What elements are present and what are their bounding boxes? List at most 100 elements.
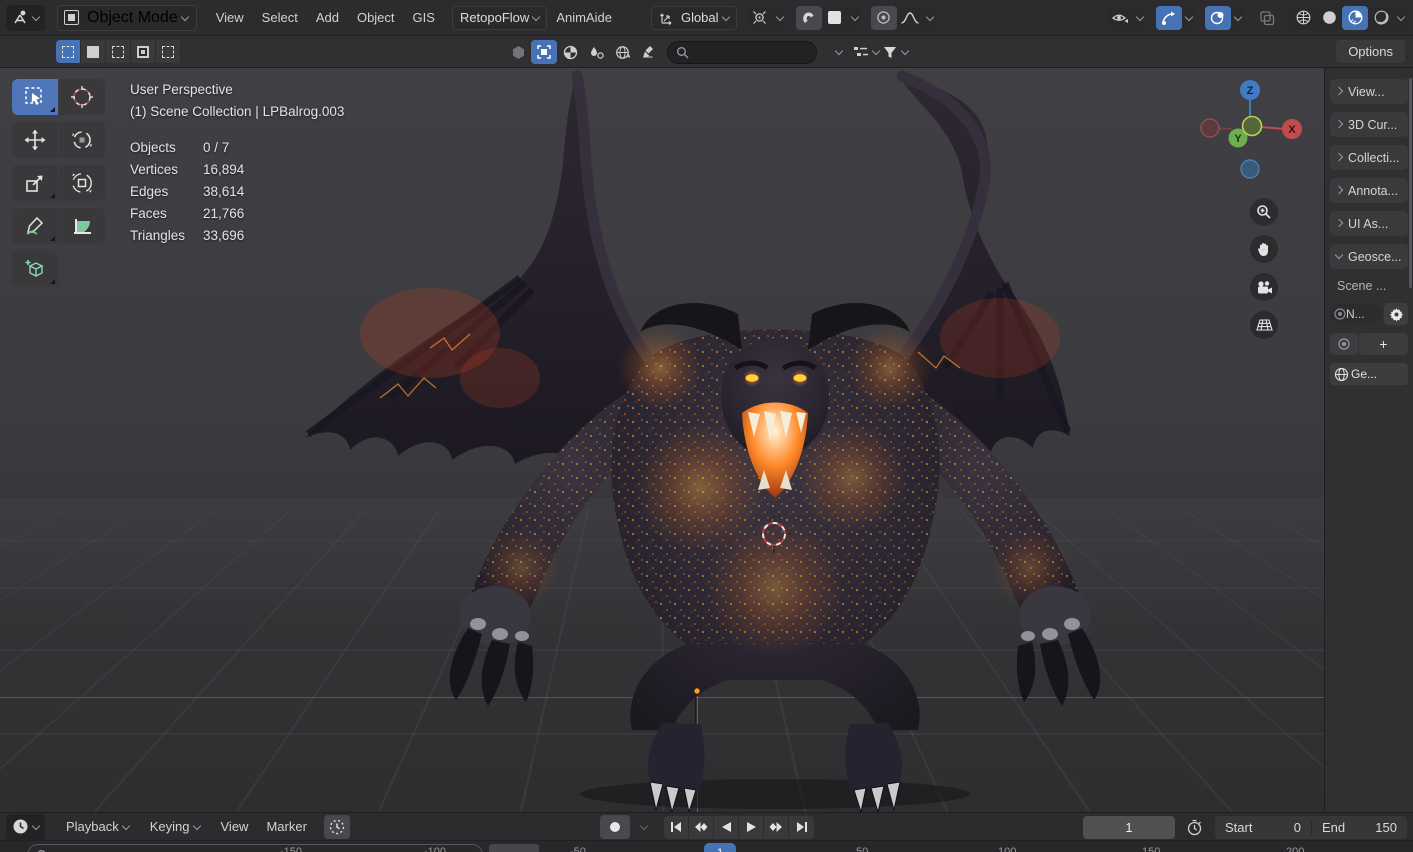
marker-menu[interactable]: Marker: [257, 815, 315, 838]
jump-to-start-button[interactable]: [664, 815, 689, 839]
editor-type-button[interactable]: [6, 4, 45, 31]
panel-geoscene[interactable]: Geosce...: [1330, 244, 1408, 269]
retopoflow-dropdown[interactable]: RetopoFlow: [451, 5, 548, 30]
outliner-filter-dropdown[interactable]: [853, 40, 882, 64]
select-intersect-mode[interactable]: [156, 40, 181, 63]
geoscene-crs-row: N...: [1330, 303, 1408, 325]
header-mid-tools: [505, 40, 911, 64]
mode-selector[interactable]: Object Mode: [57, 4, 197, 31]
toolbar: [12, 79, 106, 294]
pivot-point-icon: [747, 6, 773, 30]
timeline-track-strip[interactable]: -150 -100 -50 50 100 150 200 1: [0, 840, 1413, 852]
stat-label: Triangles: [130, 228, 186, 243]
viewport-header: Object Mode View Select Add Object GIS R…: [0, 0, 1413, 36]
select-box-tool[interactable]: [12, 79, 58, 115]
play-reverse-button[interactable]: [714, 815, 739, 839]
zoom-button[interactable]: [1250, 198, 1278, 226]
menu-gis[interactable]: GIS: [404, 6, 444, 29]
overlays-toggle[interactable]: [1205, 5, 1231, 30]
search-field[interactable]: [667, 40, 817, 64]
auto-keyframe-toggle[interactable]: [323, 814, 350, 839]
globe-refresh-icon[interactable]: [609, 40, 635, 64]
move-tool[interactable]: [12, 122, 58, 158]
shading-solid-toggle[interactable]: [1316, 6, 1342, 30]
end-frame-field[interactable]: End 150: [1311, 819, 1407, 835]
panel-view[interactable]: View...: [1330, 79, 1408, 104]
select-invert-mode[interactable]: [131, 40, 156, 63]
playhead[interactable]: 1: [704, 843, 736, 852]
xray-toggle[interactable]: [1254, 6, 1280, 30]
panel-3d-cursor[interactable]: 3D Cur...: [1330, 112, 1408, 137]
show-object-types-eye-icon[interactable]: [1107, 6, 1133, 30]
current-frame-field[interactable]: 1: [1083, 815, 1175, 839]
menu-select[interactable]: Select: [253, 6, 307, 29]
keying-menu[interactable]: Keying: [141, 815, 212, 838]
timeline-search-field[interactable]: [27, 844, 483, 852]
frame-region-icon[interactable]: [531, 40, 557, 64]
snap-element-swatch[interactable]: [822, 6, 848, 30]
start-frame-field[interactable]: Start 0: [1215, 820, 1311, 835]
transform-tool[interactable]: [59, 165, 105, 201]
record-button[interactable]: [600, 815, 630, 839]
add-crs-button[interactable]: +: [1359, 333, 1408, 355]
droplets-icon[interactable]: [583, 40, 609, 64]
timeline-editor-type-button[interactable]: [6, 813, 45, 840]
pan-hand-button[interactable]: [1250, 235, 1278, 263]
add-cube-tool[interactable]: [12, 251, 58, 287]
tool-extra-dropdown[interactable]: [823, 40, 853, 64]
georef-button[interactable]: Ge...: [1330, 363, 1408, 385]
context-label: (1) Scene Collection | LPBalrog.003: [130, 104, 345, 119]
menu-animaide[interactable]: AnimAide: [547, 6, 621, 29]
ortho-grid-button[interactable]: [1250, 311, 1278, 339]
tick-label: -150: [280, 846, 303, 852]
select-set-mode[interactable]: [56, 40, 81, 63]
select-subtract-mode[interactable]: [106, 40, 131, 63]
falloff-curve-icon[interactable]: [897, 6, 923, 30]
search-icon: [37, 849, 46, 852]
orientation-dropdown[interactable]: Global: [650, 5, 737, 30]
gizmos-toggle[interactable]: [1156, 5, 1182, 30]
crs-radio-button[interactable]: [1330, 333, 1358, 355]
plus-icon: +: [1379, 336, 1388, 352]
use-preview-range-toggle[interactable]: [1181, 815, 1207, 839]
proportional-editing-toggle[interactable]: [870, 5, 897, 30]
panel-ui-assets[interactable]: UI As...: [1330, 211, 1408, 236]
options-button[interactable]: Options: [1336, 40, 1405, 63]
playback-label: Playback: [66, 819, 119, 834]
sidebar-scrollbar[interactable]: [1409, 78, 1412, 288]
timeline-view-menu[interactable]: View: [212, 815, 258, 838]
cursor-tool[interactable]: [59, 79, 105, 115]
crs-settings-button[interactable]: [1384, 303, 1408, 325]
shading-group: [1290, 5, 1407, 30]
menu-add[interactable]: Add: [307, 6, 348, 29]
menu-view[interactable]: View: [207, 6, 253, 29]
filter-funnel-dropdown[interactable]: [882, 40, 911, 64]
mesh-hexagon-icon[interactable]: [505, 40, 531, 64]
play-button[interactable]: [739, 815, 764, 839]
measure-tool[interactable]: [59, 208, 105, 244]
sphere-quarters-icon[interactable]: [557, 40, 583, 64]
timeline-button-fragment[interactable]: [489, 844, 539, 852]
3d-viewport[interactable]: User Perspective (1) Scene Collection | …: [0, 68, 1325, 812]
pivot-dropdown[interactable]: [746, 5, 786, 30]
shading-rendered-toggle[interactable]: [1368, 6, 1394, 30]
shading-wireframe-toggle[interactable]: [1290, 6, 1316, 30]
select-extend-mode[interactable]: [81, 40, 106, 63]
crs-selector[interactable]: N...: [1330, 304, 1382, 324]
prev-keyframe-button[interactable]: [689, 815, 714, 839]
snap-magnet-toggle[interactable]: [795, 5, 822, 30]
panel-annotations[interactable]: Annota...: [1330, 178, 1408, 203]
panel-collections[interactable]: Collecti...: [1330, 145, 1408, 170]
camera-view-button[interactable]: [1250, 273, 1278, 301]
next-keyframe-button[interactable]: [764, 815, 789, 839]
cleanup-brush-icon[interactable]: [635, 40, 661, 64]
rotate-tool[interactable]: [59, 122, 105, 158]
scale-tool[interactable]: [12, 165, 58, 201]
record-options-dropdown[interactable]: [630, 815, 656, 839]
shading-material-toggle[interactable]: [1342, 5, 1368, 30]
menu-object[interactable]: Object: [348, 6, 404, 29]
jump-to-end-button[interactable]: [789, 815, 814, 839]
annotate-tool[interactable]: [12, 208, 58, 244]
orientation-gizmo[interactable]: Z X Y: [1194, 76, 1304, 191]
playback-menu[interactable]: Playback: [57, 815, 141, 838]
